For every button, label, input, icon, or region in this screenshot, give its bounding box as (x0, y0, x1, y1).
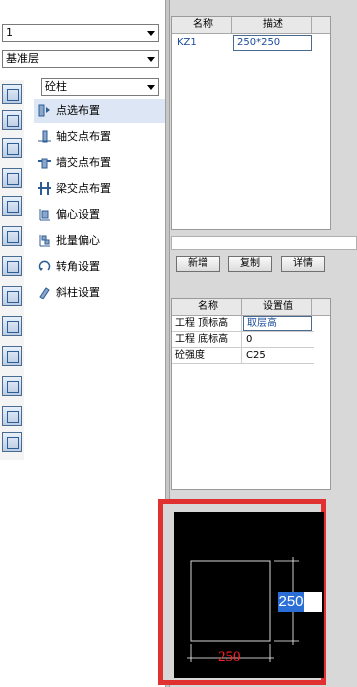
prop-name: 工程 顶标高 (172, 316, 242, 332)
command-point-place[interactable]: 点选布置 (34, 99, 166, 123)
prop-value[interactable]: 0 (243, 332, 312, 348)
eccentric-icon (39, 209, 50, 221)
table-row[interactable]: KZ1 250*250 (172, 35, 330, 52)
foundation-icon[interactable] (2, 286, 22, 306)
batch-eccentric-icon (39, 235, 50, 247)
command-label: 墙交点布置 (56, 156, 111, 169)
table-row[interactable]: 工程 底标高 0 (172, 332, 314, 348)
command-label: 轴交点布置 (56, 130, 111, 143)
column-icon[interactable] (2, 196, 22, 216)
opening-icon[interactable] (2, 168, 22, 188)
column-point-icon (38, 104, 50, 117)
row-name: KZ1 (177, 37, 197, 48)
wall-icon[interactable] (2, 138, 22, 158)
chevron-down-icon (147, 57, 155, 62)
command-eccentric-setting[interactable]: 偏心设置 (34, 203, 166, 227)
dwg-import-icon[interactable] (2, 84, 22, 104)
chevron-down-icon (147, 85, 155, 90)
command-batch-eccentric[interactable]: 批量偏心 (34, 229, 166, 253)
column-header-desc: 描述 (232, 17, 312, 33)
table-row[interactable]: 砼强度 C25 (172, 348, 314, 364)
command-wall-intersection[interactable]: 墙交点布置 (34, 151, 166, 175)
dim-bottom-label[interactable]: 250 (218, 648, 248, 666)
grid-axis-icon[interactable] (2, 110, 22, 130)
property-header: 名称 设置值 (172, 299, 330, 316)
column-header-value: 设置值 (242, 299, 312, 315)
rotation-icon (38, 260, 51, 271)
component-icon-strip (0, 80, 24, 460)
chevron-down-icon (147, 31, 155, 36)
beam-icon[interactable] (2, 226, 22, 246)
section-preview: 250 250 (174, 512, 324, 678)
component-list-table: 名称 描述 KZ1 250*250 (171, 16, 331, 230)
copy-button[interactable]: 复制 (228, 256, 272, 272)
row-desc[interactable]: 250*250 (233, 35, 312, 51)
slab-icon[interactable] (2, 256, 22, 276)
decoration-icon[interactable] (2, 346, 22, 366)
table-row[interactable]: 工程 顶标高 取层高 (172, 316, 314, 332)
layer-select[interactable]: 基准层 (2, 50, 159, 68)
layer-select-value: 基准层 (6, 52, 39, 65)
command-label: 转角设置 (56, 260, 100, 273)
floor-select-value: 1 (6, 26, 13, 39)
command-inclined-column[interactable]: 斜柱设置 (34, 281, 166, 305)
filter-bar[interactable] (171, 236, 357, 250)
beam-intersection-icon (38, 182, 51, 195)
column-header-name: 名称 (172, 299, 242, 315)
detail-button[interactable]: 详情 (281, 256, 325, 272)
prop-value[interactable]: C25 (243, 348, 312, 364)
dim-right-label[interactable]: 250 (278, 592, 304, 612)
property-table: 名称 设置值 工程 顶标高 取层高 工程 底标高 0 砼强度 C25 (171, 298, 331, 490)
wall-intersection-icon (38, 158, 51, 169)
component-type-value: 砼柱 (45, 80, 67, 93)
highlight-frame: 250 250 (158, 499, 326, 685)
prop-value[interactable]: 取层高 (243, 316, 312, 331)
command-label: 偏心设置 (56, 208, 100, 221)
prop-name: 工程 底标高 (172, 332, 242, 348)
command-label: 批量偏心 (56, 234, 100, 247)
inclined-column-icon (39, 287, 50, 299)
table-header: 名称 描述 (172, 17, 330, 34)
component-type-select[interactable]: 砼柱 (41, 78, 159, 96)
command-rotation-setting[interactable]: 转角设置 (34, 255, 166, 279)
floor-select[interactable]: 1 (2, 24, 159, 42)
other-component-icon[interactable] (2, 376, 22, 396)
stair-icon[interactable] (2, 316, 22, 336)
command-label: 梁交点布置 (56, 182, 111, 195)
view-icon[interactable] (2, 432, 22, 452)
command-label: 点选布置 (56, 104, 100, 117)
prop-name: 砼强度 (172, 348, 242, 364)
column-header-name: 名称 (172, 17, 232, 33)
new-button[interactable]: 新增 (176, 256, 220, 272)
command-beam-intersection[interactable]: 梁交点布置 (34, 177, 166, 201)
custom-component-icon[interactable] (2, 406, 22, 426)
command-axis-intersection[interactable]: 轴交点布置 (34, 125, 166, 149)
command-label: 斜柱设置 (56, 286, 100, 299)
axis-intersection-icon (38, 130, 51, 143)
